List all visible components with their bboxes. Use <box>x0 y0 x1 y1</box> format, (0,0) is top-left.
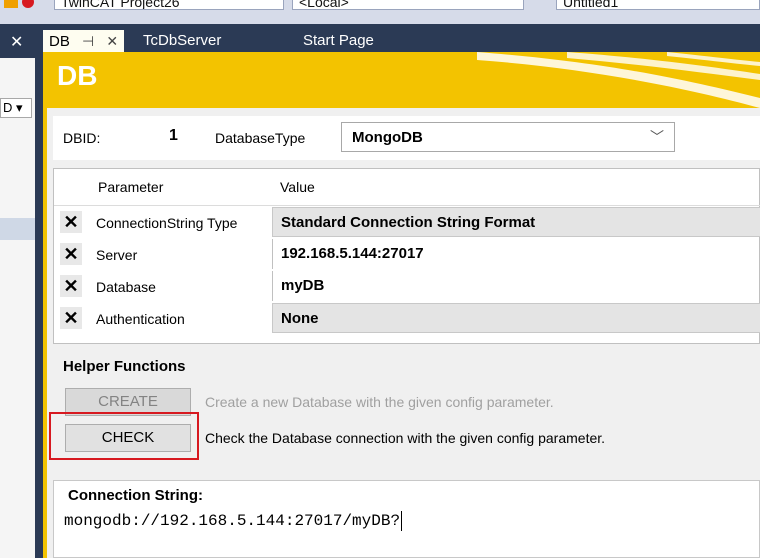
connection-string-value: mongodb://192.168.5.144:27017/myDB? <box>64 512 401 531</box>
connection-string-panel: Connection String: mongodb://192.168.5.1… <box>53 480 760 558</box>
grid-row: ✕ ConnectionString Type Standard Connect… <box>54 207 760 239</box>
connection-string-field[interactable]: mongodb://192.168.5.144:27017/myDB? <box>64 511 403 531</box>
check-button-highlight <box>49 412 199 460</box>
db-editor: DB DBID: 1 DatabaseType MongoDB ﹀ Parame… <box>43 52 760 558</box>
grid-divider <box>54 205 760 206</box>
grid-header-parameter: Parameter <box>98 179 164 195</box>
parameter-value[interactable]: Standard Connection String Format <box>272 207 760 237</box>
helper-functions-title: Helper Functions <box>63 358 186 375</box>
database-type-label: DatabaseType <box>215 130 306 146</box>
chevron-down-icon: ﹀ <box>650 129 664 145</box>
grid-row: ✕ Server 192.168.5.144:27017 <box>54 239 760 271</box>
parameter-value[interactable]: 192.168.5.144:27017 <box>272 239 760 269</box>
project-combo[interactable]: TwinCAT Project26 <box>54 0 284 10</box>
tab-tcdbserver[interactable]: TcDbServer <box>143 30 221 52</box>
tab-db-label: DB <box>49 33 70 50</box>
parameter-value[interactable]: None <box>272 303 760 333</box>
close-icon[interactable]: ✕ <box>10 32 23 52</box>
parameter-value[interactable]: myDB <box>272 271 760 301</box>
config-combo[interactable]: Untitled1 <box>556 0 760 10</box>
delete-icon[interactable]: ✕ <box>60 307 82 329</box>
dbid-label: DBID: <box>63 130 101 146</box>
parameter-grid: Parameter Value ✕ ConnectionString Type … <box>53 168 760 344</box>
grid-header-value: Value <box>280 179 315 195</box>
toolbar: TwinCAT Project26 <Local> Untitled1 <box>0 0 760 25</box>
database-type-select[interactable]: MongoDB ﹀ <box>341 122 675 152</box>
parameter-name: Server <box>96 247 138 263</box>
left-panel-dropdown-value: D <box>3 100 13 115</box>
check-description: Check the Database connection with the g… <box>205 430 606 446</box>
connection-string-title: Connection String: <box>68 487 203 504</box>
parameter-name: Database <box>96 279 156 295</box>
dbid-value: 1 <box>169 127 178 144</box>
delete-icon[interactable]: ✕ <box>60 275 82 297</box>
grid-row: ✕ Authentication None <box>54 303 760 335</box>
pin-icon[interactable]: ⊣ <box>82 30 94 52</box>
create-description: Create a new Database with the given con… <box>205 394 554 410</box>
db-properties: DBID: 1 DatabaseType MongoDB ﹀ <box>53 116 760 160</box>
tab-tcdbserver-label: TcDbServer <box>143 32 222 49</box>
left-panel-selected-item[interactable] <box>0 218 35 240</box>
error-icon <box>4 0 34 8</box>
close-icon[interactable]: ✕ <box>106 30 118 52</box>
parameter-name: Authentication <box>96 311 185 327</box>
target-combo[interactable]: <Local> <box>292 0 524 10</box>
delete-icon[interactable]: ✕ <box>60 243 82 265</box>
grid-row: ✕ Database myDB <box>54 271 760 303</box>
banner-title: DB <box>57 60 98 91</box>
text-caret <box>401 511 403 531</box>
banner-swoosh-graphic <box>477 52 760 108</box>
left-panel-edge <box>35 24 43 558</box>
left-panel: ✕ D ▾ <box>0 24 43 558</box>
parameter-name: ConnectionString Type <box>96 215 238 231</box>
tab-db[interactable]: DB ⊣ ✕ <box>43 30 125 52</box>
left-panel-dropdown[interactable]: D ▾ <box>0 98 32 118</box>
tab-start-page[interactable]: Start Page <box>303 30 374 52</box>
delete-icon[interactable]: ✕ <box>60 211 82 233</box>
db-banner: DB <box>47 52 760 108</box>
tab-start-page-label: Start Page <box>303 32 374 49</box>
database-type-value: MongoDB <box>352 129 423 146</box>
